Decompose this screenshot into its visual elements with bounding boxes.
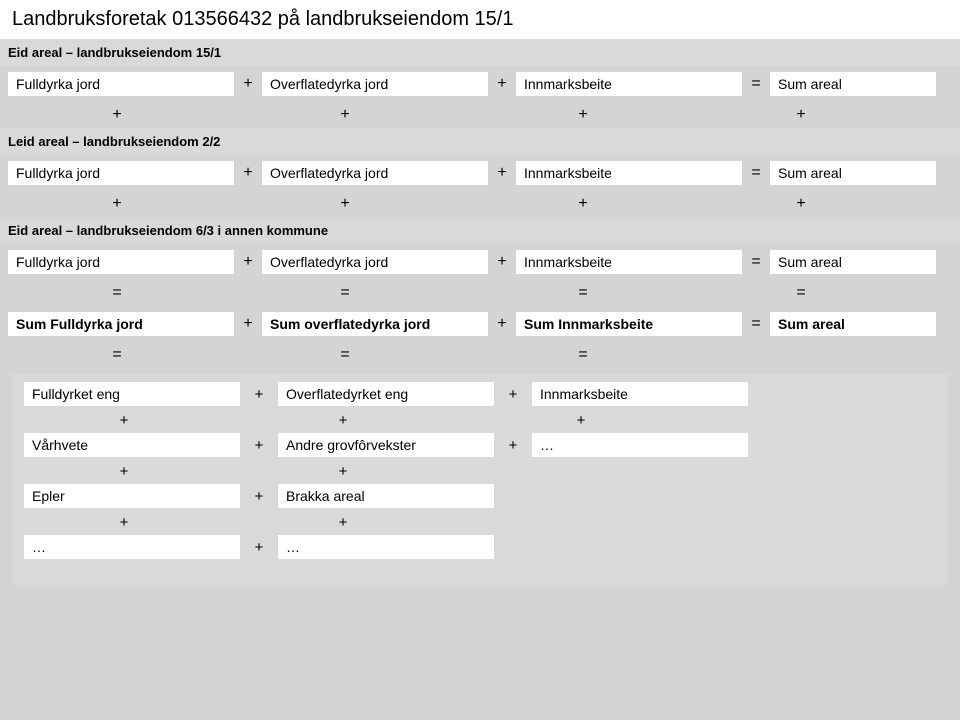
op-eq: = (464, 284, 702, 302)
veq-row-2: = = = (0, 342, 960, 368)
section-header-2: Leid areal – landbrukseiendom 2/2 (0, 128, 960, 155)
crop-r4-c2: … (278, 535, 494, 559)
op-plus: + (224, 412, 462, 429)
crop-r3-c1: Epler (24, 484, 240, 508)
equation-row-3: Fulldyrka jord + Overflatedyrka jord + I… (0, 244, 960, 280)
op-plus: + (234, 164, 262, 182)
section-header-1: Eid areal – landbrukseiendom 15/1 (0, 39, 960, 66)
op-plus: + (24, 412, 224, 429)
crop-vplus-2: + + (24, 463, 936, 480)
field-r2-c1: Fulldyrka jord (8, 161, 234, 185)
field-r1-c4: Sum areal (770, 72, 936, 96)
field-r3-c4: Sum areal (770, 250, 936, 274)
op-plus: + (226, 195, 464, 213)
op-plus: + (234, 75, 262, 93)
op-plus: + (488, 75, 516, 93)
op-plus: + (234, 253, 262, 271)
op-plus: + (8, 106, 226, 124)
op-plus: + (24, 514, 224, 531)
field-sum-c2: Sum overflatedyrka jord (262, 312, 488, 336)
op-plus: + (488, 164, 516, 182)
page-title: Landbruksforetak 013566432 på landbrukse… (0, 0, 960, 39)
op-eq: = (742, 253, 770, 271)
op-eq: = (742, 315, 770, 333)
sum-row: Sum Fulldyrka jord + Sum overflatedyrka … (0, 306, 960, 342)
op-eq: = (464, 346, 702, 364)
op-plus: + (234, 315, 262, 333)
op-plus: + (224, 463, 462, 480)
op-plus: + (488, 253, 516, 271)
field-r1-c2: Overflatedyrka jord (262, 72, 488, 96)
crop-r2-c3: … (532, 433, 748, 457)
op-plus: + (226, 106, 464, 124)
field-sum-c4: Sum areal (770, 312, 936, 336)
op-plus: + (8, 195, 226, 213)
crop-row-1: Fulldyrket eng + Overflatedyrket eng + I… (24, 382, 936, 406)
op-eq: = (8, 284, 226, 302)
op-plus: + (240, 437, 278, 454)
crop-r4-c1: … (24, 535, 240, 559)
crop-r2-c1: Vårhvete (24, 433, 240, 457)
op-eq: = (742, 75, 770, 93)
op-plus: + (224, 514, 462, 531)
op-plus: + (494, 437, 532, 454)
field-r2-c3: Innmarksbeite (516, 161, 742, 185)
crop-r1-c3: Innmarksbeite (532, 382, 748, 406)
crop-r1-c1: Fulldyrket eng (24, 382, 240, 406)
field-r2-c4: Sum areal (770, 161, 936, 185)
crop-r2-c2: Andre grovfôrvekster (278, 433, 494, 457)
crop-r3-c2: Brakka areal (278, 484, 494, 508)
field-r3-c3: Innmarksbeite (516, 250, 742, 274)
op-eq: = (742, 164, 770, 182)
crop-row-4: … + … (24, 535, 936, 559)
veq-row: = = = = (0, 280, 960, 306)
op-plus: + (494, 386, 532, 403)
crop-vplus-1: + + + (24, 412, 936, 429)
vplus-row-2: + + + + (0, 191, 960, 217)
op-eq: = (226, 346, 464, 364)
op-plus: + (464, 106, 702, 124)
op-eq: = (702, 284, 900, 302)
field-r1-c1: Fulldyrka jord (8, 72, 234, 96)
crops-panel: Fulldyrket eng + Overflatedyrket eng + I… (12, 374, 948, 585)
field-r1-c3: Innmarksbeite (516, 72, 742, 96)
op-plus: + (702, 106, 900, 124)
op-plus: + (240, 488, 278, 505)
field-sum-c3: Sum Innmarksbeite (516, 312, 742, 336)
vplus-row-1: + + + + (0, 102, 960, 128)
crop-row-3: Epler + Brakka areal (24, 484, 936, 508)
op-plus: + (240, 386, 278, 403)
crop-row-2: Vårhvete + Andre grovfôrvekster + … (24, 433, 936, 457)
op-plus: + (702, 195, 900, 213)
field-r3-c1: Fulldyrka jord (8, 250, 234, 274)
section-header-3: Eid areal – landbrukseiendom 6/3 i annen… (0, 217, 960, 244)
op-plus: + (24, 463, 224, 480)
op-eq: = (226, 284, 464, 302)
crop-vplus-3: + + (24, 514, 936, 531)
crop-r1-c2: Overflatedyrket eng (278, 382, 494, 406)
op-plus: + (462, 412, 700, 429)
op-plus: + (240, 539, 278, 556)
op-plus: + (488, 315, 516, 333)
field-sum-c1: Sum Fulldyrka jord (8, 312, 234, 336)
field-r2-c2: Overflatedyrka jord (262, 161, 488, 185)
equation-row-1: Fulldyrka jord + Overflatedyrka jord + I… (0, 66, 960, 102)
equation-row-2: Fulldyrka jord + Overflatedyrka jord + I… (0, 155, 960, 191)
field-r3-c2: Overflatedyrka jord (262, 250, 488, 274)
op-plus: + (464, 195, 702, 213)
op-eq: = (8, 346, 226, 364)
